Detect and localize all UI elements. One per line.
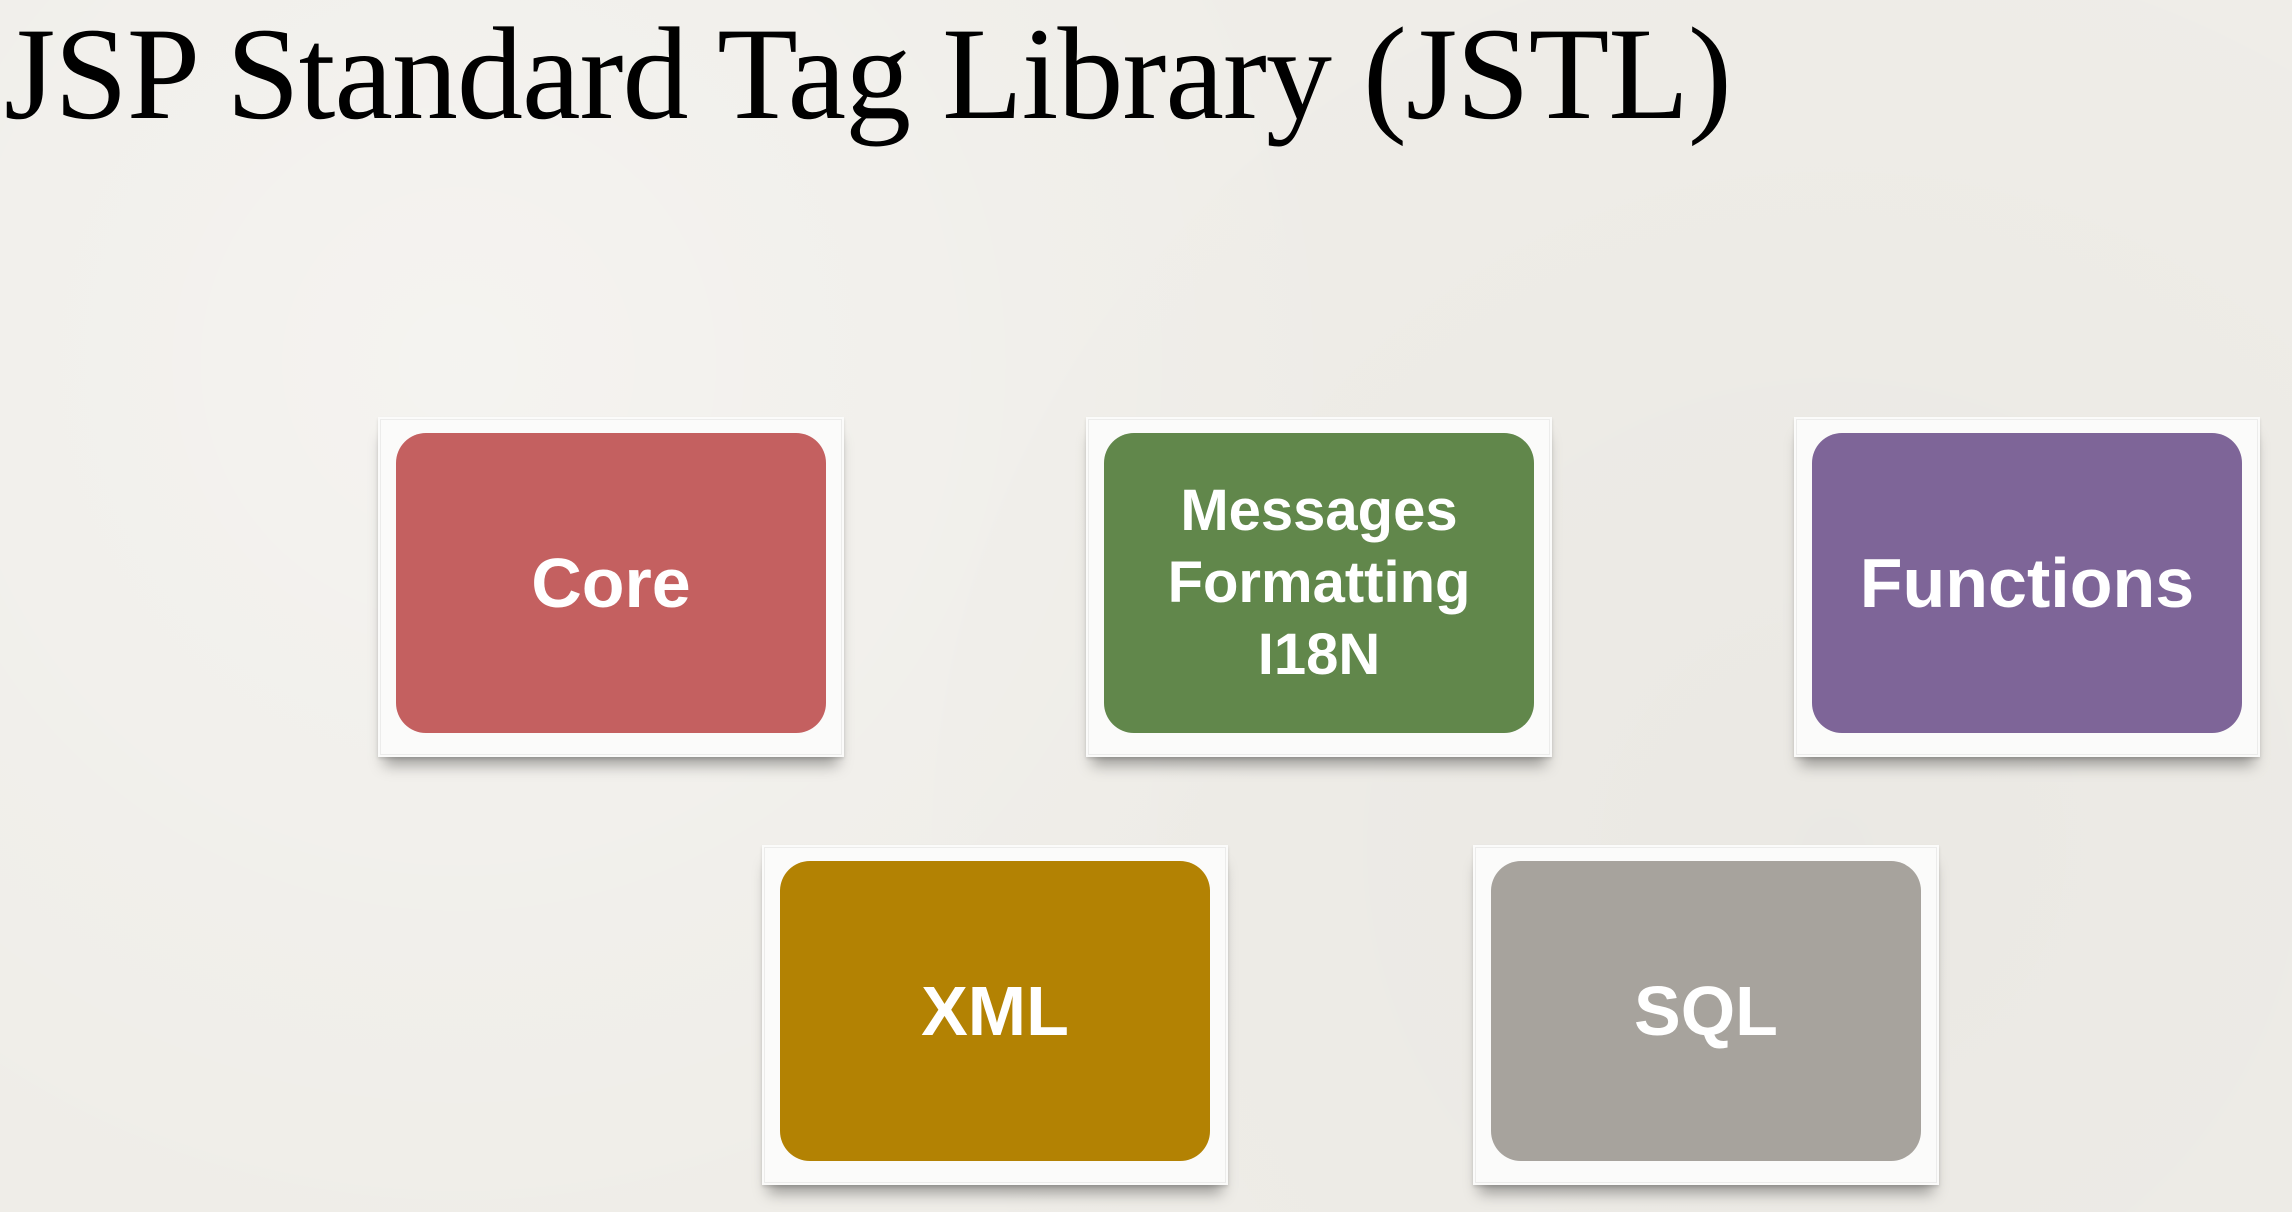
card-core-label: Core (531, 543, 691, 622)
card-sql-fill: SQL (1491, 861, 1921, 1161)
card-xml-fill: XML (780, 861, 1210, 1161)
card-functions: Functions (1794, 417, 2260, 757)
card-core-fill: Core (396, 433, 826, 733)
card-messages-fill: Messages Formatting I18N (1104, 433, 1534, 733)
card-messages: Messages Formatting I18N (1086, 417, 1552, 757)
page-title: JSP Standard Tag Library (JSTL) (4, 0, 1732, 147)
card-sql-label: SQL (1634, 971, 1778, 1050)
card-messages-label-line-3: I18N (1257, 622, 1381, 687)
card-xml: XML (762, 845, 1228, 1185)
card-xml-label: XML (921, 971, 1069, 1050)
card-sql: SQL (1473, 845, 1939, 1185)
card-functions-label: Functions (1859, 543, 2195, 622)
card-messages-label-line-1: Messages (1180, 478, 1458, 543)
card-core: Core (378, 417, 844, 757)
card-messages-label-line-2: Formatting (1167, 550, 1471, 615)
card-functions-fill: Functions (1812, 433, 2242, 733)
